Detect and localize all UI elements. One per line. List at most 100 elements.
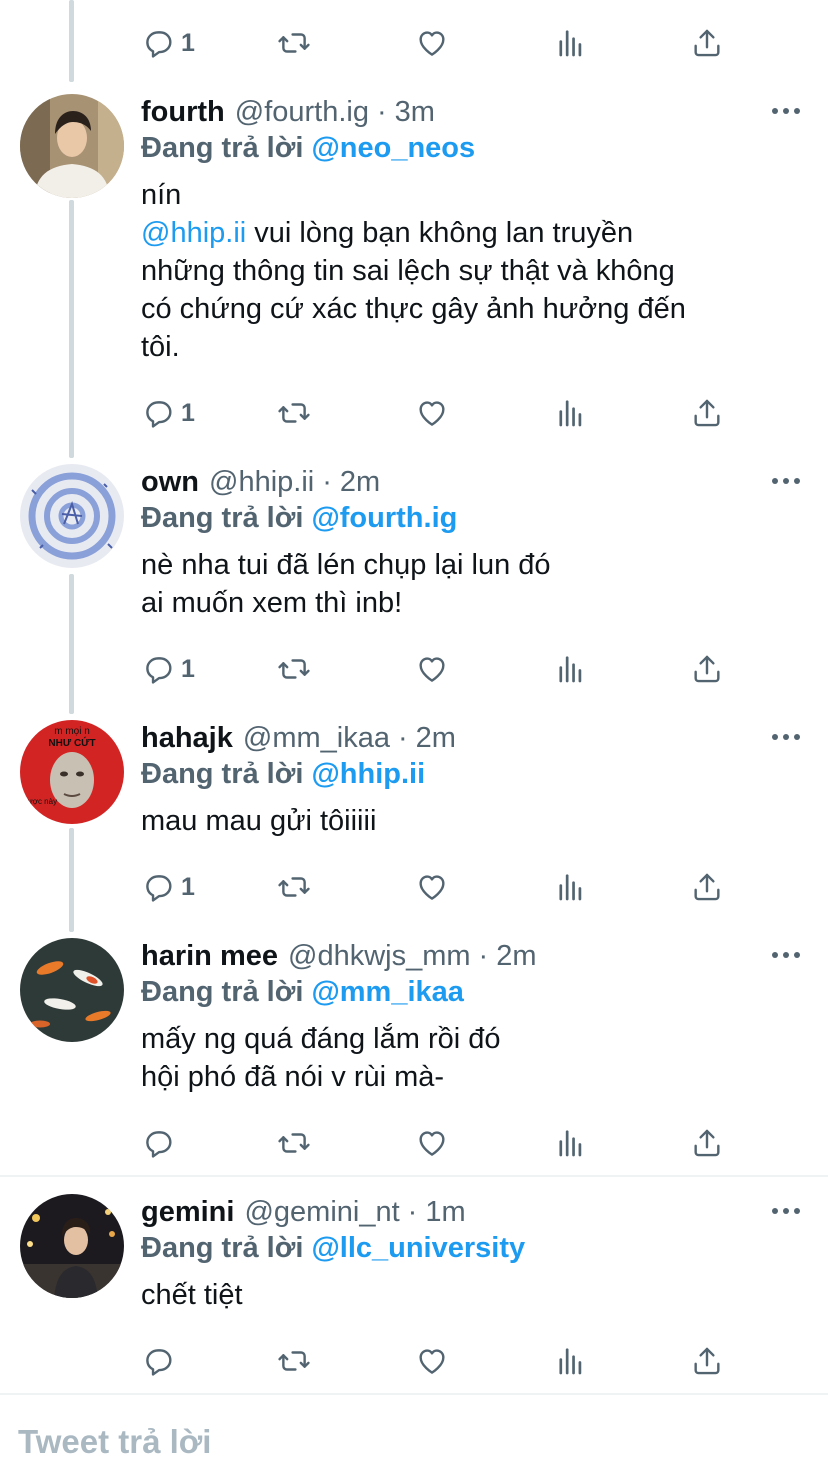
text-line: nín <box>141 176 686 214</box>
timestamp[interactable]: 2m <box>416 722 456 755</box>
separator: · <box>322 465 332 498</box>
more-options-icon[interactable] <box>772 102 800 120</box>
like-button[interactable] <box>415 649 449 689</box>
share-button[interactable] <box>690 649 724 689</box>
more-options-icon[interactable] <box>772 472 800 490</box>
text-line: tôi. <box>141 328 686 366</box>
reply-button[interactable] <box>141 1123 181 1163</box>
avatar[interactable] <box>20 94 124 198</box>
like-button[interactable] <box>415 393 449 433</box>
mention-link[interactable]: @hhip.ii <box>141 217 246 249</box>
avatar[interactable]: m mọi n NHƯ CỨT được này <box>20 720 124 824</box>
like-button[interactable] <box>415 23 449 63</box>
divider <box>0 1393 828 1395</box>
more-options-icon[interactable] <box>772 1202 800 1220</box>
avatar[interactable] <box>20 464 124 568</box>
separator: · <box>407 1195 418 1228</box>
analytics-button[interactable] <box>553 649 587 689</box>
username[interactable]: @gemini_nt <box>244 1196 399 1229</box>
retweet-button[interactable] <box>277 1123 311 1163</box>
text-segment: chết tiệt <box>141 1279 243 1311</box>
avatar[interactable] <box>20 938 124 1042</box>
retweet-button[interactable] <box>277 867 311 907</box>
reply-button[interactable]: 1 <box>141 393 195 433</box>
retweet-button[interactable] <box>277 1341 311 1381</box>
display-name[interactable]: own <box>141 466 199 499</box>
display-name[interactable]: gemini <box>141 1196 234 1229</box>
replying-label: Đang trả lời <box>141 132 304 164</box>
tweet-header: hahajk @mm_ikaa · 2m <box>141 720 456 756</box>
more-options-icon[interactable] <box>772 728 800 746</box>
display-name[interactable]: harin mee <box>141 940 278 973</box>
reply-count: 1 <box>181 398 195 427</box>
display-name[interactable]: hahajk <box>141 722 233 755</box>
timestamp[interactable]: 1m <box>425 1196 465 1229</box>
like-button[interactable] <box>415 867 449 907</box>
heart-icon <box>419 1349 445 1374</box>
text-segment: những thông tin sai lệch sự thật và khôn… <box>141 255 675 287</box>
text-line: có chứng cứ xác thực gây ảnh hưởng đến <box>141 290 686 328</box>
replying-to: Đang trả lời @fourth.ig <box>141 502 457 535</box>
retweet-button[interactable] <box>277 23 311 63</box>
heart-icon <box>419 1131 445 1156</box>
username[interactable]: @mm_ikaa <box>243 722 390 755</box>
replying-label: Đang trả lời <box>141 758 304 790</box>
divider <box>0 1175 828 1177</box>
reply-icon <box>146 31 172 58</box>
analytics-icon <box>559 656 582 683</box>
like-button[interactable] <box>415 1341 449 1381</box>
replying-to-mention[interactable]: @neo_neos <box>311 132 475 164</box>
avatar[interactable] <box>20 1194 124 1298</box>
text-line: mau mau gửi tôiiiii <box>141 802 376 840</box>
like-button[interactable] <box>415 1123 449 1163</box>
timestamp[interactable]: 3m <box>395 96 435 129</box>
reply-count: 1 <box>181 872 195 901</box>
username[interactable]: @dhkwjs_mm <box>288 940 471 973</box>
replying-to-mention[interactable]: @hhip.ii <box>311 758 425 790</box>
reply-button[interactable] <box>141 1341 181 1381</box>
display-name[interactable]: fourth <box>141 96 225 129</box>
text-segment: mấy ng quá đáng lắm rồi đó <box>141 1023 501 1055</box>
replying-to-mention[interactable]: @llc_university <box>311 1232 525 1264</box>
analytics-button[interactable] <box>553 867 587 907</box>
avatar-text: m mọi n <box>54 726 90 737</box>
share-button[interactable] <box>690 1123 724 1163</box>
tweet-text: mau mau gửi tôiiiii <box>141 802 376 840</box>
heart-icon <box>419 401 445 426</box>
analytics-button[interactable] <box>553 1123 587 1163</box>
heart-icon <box>419 875 445 900</box>
text-line: nè nha tui đã lén chụp lại lun đó <box>141 546 551 584</box>
share-button[interactable] <box>690 23 724 63</box>
share-button[interactable] <box>690 867 724 907</box>
share-button[interactable] <box>690 1341 724 1381</box>
username[interactable]: @hhip.ii <box>209 466 314 499</box>
replying-to-mention[interactable]: @fourth.ig <box>311 502 457 534</box>
text-segment: vui lòng bạn không lan truyền <box>246 217 634 249</box>
tweet-actions <box>0 1341 828 1381</box>
replying-to: Đang trả lời @neo_neos <box>141 132 475 165</box>
reply-icon <box>146 401 172 428</box>
username[interactable]: @fourth.ig <box>235 96 369 129</box>
replying-to-mention[interactable]: @mm_ikaa <box>311 976 463 1008</box>
replying-to: Đang trả lời @hhip.ii <box>141 758 425 791</box>
tweet-header: own @hhip.ii · 2m <box>141 464 380 500</box>
heart-icon <box>419 657 445 682</box>
more-options-icon[interactable] <box>772 946 800 964</box>
analytics-icon <box>559 1348 582 1375</box>
analytics-button[interactable] <box>553 393 587 433</box>
retweet-button[interactable] <box>277 393 311 433</box>
retweet-button[interactable] <box>277 649 311 689</box>
analytics-button[interactable] <box>553 23 587 63</box>
timestamp[interactable]: 2m <box>496 940 536 973</box>
analytics-button[interactable] <box>553 1341 587 1381</box>
reply-button[interactable]: 1 <box>141 23 195 63</box>
reply-icon <box>146 875 172 902</box>
analytics-icon <box>559 874 582 901</box>
replying-label: Đang trả lời <box>141 502 304 534</box>
share-button[interactable] <box>690 393 724 433</box>
reply-button[interactable]: 1 <box>141 867 195 907</box>
reply-button[interactable]: 1 <box>141 649 195 689</box>
timestamp[interactable]: 2m <box>340 466 380 499</box>
avatar-text: được này <box>23 797 57 806</box>
reply-compose-input[interactable]: Tweet trả lời <box>18 1423 211 1461</box>
